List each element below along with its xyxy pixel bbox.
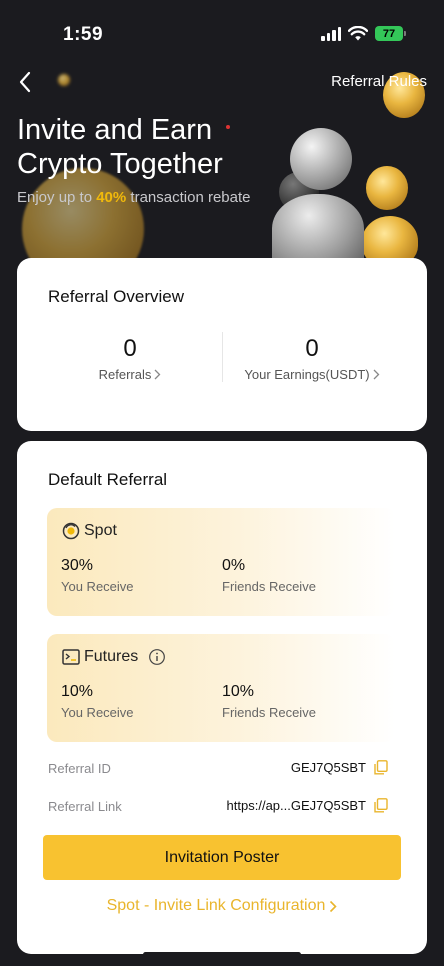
figure-illustration [290, 128, 352, 190]
copy-icon[interactable] [374, 798, 388, 813]
battery-icon: 77 [375, 26, 406, 41]
spot-friends-label: Friends Receive [222, 579, 316, 594]
status-icons: 77 [321, 26, 406, 41]
referral-id-value-group: GEJ7Q5SBT [291, 760, 388, 775]
info-icon[interactable] [148, 648, 166, 666]
signal-icon [321, 26, 341, 41]
hero-title-line: Invite and Earn [17, 114, 213, 146]
figure-illustration [272, 194, 364, 266]
chevron-right-icon [330, 900, 338, 912]
hero-title: Invite and Earn Crypto Together [17, 113, 277, 181]
referral-link-label: Referral Link [48, 799, 122, 814]
referrals-count: 0 [123, 335, 137, 362]
referral-link-row: Referral Link https://ap...GEJ7Q5SBT [48, 797, 388, 817]
default-referral-title: Default Referral [48, 470, 168, 489]
futures-icon [62, 649, 80, 665]
battery-level: 77 [375, 26, 403, 41]
config-link-label: Spot - Invite Link Configuration [106, 897, 326, 914]
coin-decoration [366, 166, 408, 210]
earnings-label: Your Earnings(USDT) [244, 367, 370, 382]
futures-friends-pct: 10% [222, 683, 255, 700]
futures-you-receive: 10% You Receive [61, 683, 134, 720]
spot-you-pct: 30% [61, 557, 94, 574]
home-indicator [143, 952, 301, 957]
referral-id-value: GEJ7Q5SBT [290, 760, 366, 775]
rebate-percent: 40% [96, 189, 127, 206]
spot-you-label: You Receive [61, 579, 134, 594]
referral-id-row: Referral ID GEJ7Q5SBT [48, 759, 388, 779]
referral-link-value: https://ap...GEJ7Q5SBT [226, 798, 366, 813]
futures-you-label: You Receive [61, 705, 134, 720]
futures-friends-receive: 10% Friends Receive [222, 683, 316, 720]
invite-link-config-link[interactable]: Spot - Invite Link Configuration [17, 897, 427, 915]
copy-icon[interactable] [374, 760, 388, 775]
earnings-amount: 0 [305, 335, 319, 362]
hero-sub-suffix: transaction rebate [126, 189, 251, 206]
futures-label: Futures [84, 648, 139, 665]
back-button[interactable] [12, 68, 38, 96]
spot-you-receive: 30% You Receive [61, 557, 134, 594]
referrals-stat[interactable]: 0 Referrals [35, 335, 225, 384]
spot-rebate-panel: Spot 30% You Receive 0% Friends Receive [47, 508, 395, 616]
spot-friends-pct: 0% [222, 557, 246, 574]
hero-subtitle: Enjoy up to 40% transaction rebate [17, 189, 251, 206]
futures-friends-label: Friends Receive [222, 705, 316, 720]
spot-header: Spot [62, 522, 117, 540]
status-bar: 1:59 77 [0, 0, 444, 60]
spot-icon [62, 522, 80, 540]
referrals-label: Referrals [98, 367, 152, 382]
referrals-label-row: Referrals [99, 367, 162, 382]
referral-link-value-group: https://ap...GEJ7Q5SBT [227, 798, 388, 813]
hero-sub-prefix: Enjoy up to [17, 189, 97, 206]
default-referral-card: Default Referral Spot 30% You Receive 0%… [17, 441, 427, 954]
earnings-stat[interactable]: 0 Your Earnings(USDT) [217, 335, 407, 384]
chevron-left-icon [19, 71, 31, 93]
futures-header: Futures [62, 648, 166, 666]
futures-rebate-panel: Futures 10% You Receive 10% Friends Rece… [47, 634, 395, 742]
futures-you-pct: 10% [61, 683, 94, 700]
spot-label: Spot [84, 522, 117, 539]
referral-overview-card: Referral Overview 0 Referrals 0 Your Ear… [17, 258, 427, 431]
wifi-icon [348, 26, 368, 41]
chevron-right-icon [154, 369, 161, 380]
invitation-poster-button[interactable]: Invitation Poster [43, 835, 401, 880]
hero-title-line: Crypto Together [17, 148, 223, 180]
chevron-right-icon [373, 369, 380, 380]
referral-id-label: Referral ID [48, 761, 111, 776]
earnings-label-row: Your Earnings(USDT) [244, 367, 380, 382]
referral-rules-link[interactable]: Referral Rules [331, 73, 427, 90]
status-time: 1:59 [63, 24, 104, 45]
spot-friends-receive: 0% Friends Receive [222, 557, 316, 594]
overview-title: Referral Overview [48, 287, 185, 306]
coin-decoration [58, 74, 70, 86]
